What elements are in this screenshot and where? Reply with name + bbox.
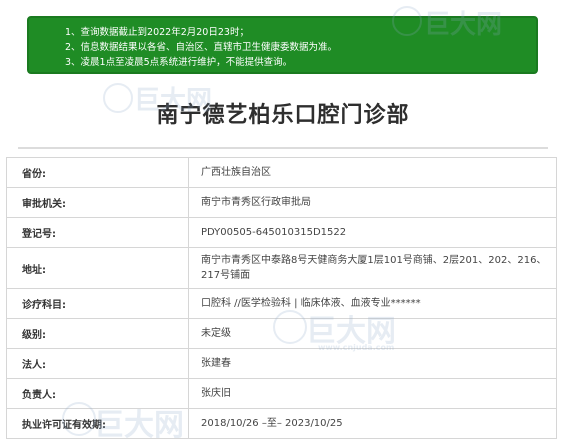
title-divider — [18, 147, 548, 149]
table-row-address: 地址: 南宁市青秀区中泰路8号天健商务大厦1层101号商铺、2层201、202、… — [7, 248, 557, 289]
notice-banner: 1、查询数据截止到2022年2月20日23时； 2、信息数据结果以各省、自治区、… — [27, 16, 538, 74]
level-label: 级别: — [7, 319, 189, 348]
table-row-legal-person: 法人: 张建春 — [7, 349, 557, 379]
province-label: 省份: — [7, 158, 189, 187]
license-validity-label: 执业许可证有效期: — [7, 409, 189, 438]
authority-value: 南宁市青秀区行政审批局 — [189, 188, 557, 217]
info-table: 省份: 广西壮族自治区 审批机关: 南宁市青秀区行政审批局 登记号: PDY00… — [6, 157, 557, 439]
table-row-authority: 审批机关: 南宁市青秀区行政审批局 — [7, 188, 557, 218]
table-row-departments: 诊疗科目: 口腔科 //医学检验科 | 临床体液、血液专业****** — [7, 289, 557, 319]
notice-line-1: 1、查询数据截止到2022年2月20日23时； — [65, 27, 249, 38]
address-value: 南宁市青秀区中泰路8号天健商务大厦1层101号商铺、2层201、202、216、… — [189, 248, 557, 288]
departments-value: 口腔科 //医学检验科 | 临床体液、血液专业****** — [189, 289, 557, 318]
legal-person-value: 张建春 — [189, 349, 557, 378]
license-validity-value: 2018/10/26 –至– 2023/10/25 — [189, 409, 557, 438]
authority-label: 审批机关: — [7, 188, 189, 217]
notice-line-3: 3、凌晨1点至凌晨5点系统进行维护，不能提供查询。 — [65, 57, 293, 68]
responsible-person-value: 张庆旧 — [189, 379, 557, 408]
legal-person-label: 法人: — [7, 349, 189, 378]
table-row-level: 级别: 未定级 — [7, 319, 557, 349]
registration-value: PDY00505-645010315D1522 — [189, 218, 557, 247]
table-row-registration: 登记号: PDY00505-645010315D1522 — [7, 218, 557, 248]
address-label: 地址: — [7, 248, 189, 288]
registration-label: 登记号: — [7, 218, 189, 247]
notice-line-2: 2、信息数据结果以各省、自治区、直辖市卫生健康委数据为准。 — [65, 42, 338, 53]
page-title: 南宁德艺柏乐口腔门诊部 — [156, 103, 410, 128]
province-value: 广西壮族自治区 — [189, 158, 557, 187]
table-row-license-validity: 执业许可证有效期: 2018/10/26 –至– 2023/10/25 — [7, 409, 557, 439]
departments-label: 诊疗科目: — [7, 289, 189, 318]
level-value: 未定级 — [189, 319, 557, 348]
table-row-province: 省份: 广西壮族自治区 — [7, 158, 557, 188]
responsible-person-label: 负责人: — [7, 379, 189, 408]
table-row-responsible-person: 负责人: 张庆旧 — [7, 379, 557, 409]
